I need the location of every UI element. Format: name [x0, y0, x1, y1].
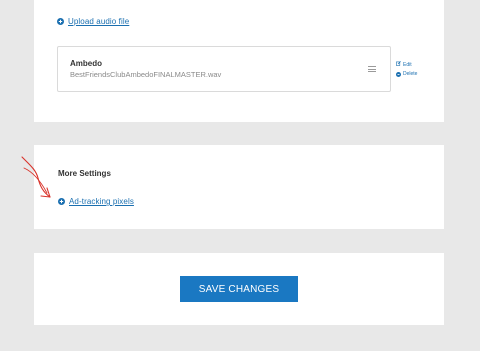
- audio-item-actions: Edit Delete: [396, 61, 417, 79]
- delete-label: Delete: [403, 71, 418, 77]
- more-settings-title: More Settings: [58, 169, 111, 178]
- audio-filename: BestFriendsClubAmbedoFINALMASTER.wav: [70, 70, 222, 79]
- minus-circle-icon: [396, 72, 401, 77]
- delete-link[interactable]: Delete: [396, 70, 417, 79]
- ad-tracking-pixels-label: Ad-tracking pixels: [69, 197, 134, 206]
- save-changes-button[interactable]: SAVE CHANGES: [180, 276, 298, 302]
- audio-files-card: Upload audio file Ambedo BestFriendsClub…: [34, 0, 444, 122]
- audio-title: Ambedo: [70, 59, 102, 68]
- more-settings-card: More Settings Ad-tracking pixels: [34, 145, 444, 229]
- edit-icon: [396, 61, 401, 70]
- audio-file-item: Ambedo BestFriendsClubAmbedoFINALMASTER.…: [57, 46, 391, 92]
- upload-audio-link[interactable]: Upload audio file: [57, 17, 129, 26]
- plus-circle-icon: [57, 18, 64, 25]
- edit-label: Edit: [403, 62, 412, 68]
- save-card: SAVE CHANGES: [34, 253, 444, 325]
- plus-circle-icon: [58, 198, 65, 205]
- drag-handle-icon[interactable]: [368, 66, 376, 72]
- upload-audio-label: Upload audio file: [68, 17, 130, 26]
- ad-tracking-pixels-link[interactable]: Ad-tracking pixels: [58, 197, 134, 206]
- edit-link[interactable]: Edit: [396, 61, 417, 70]
